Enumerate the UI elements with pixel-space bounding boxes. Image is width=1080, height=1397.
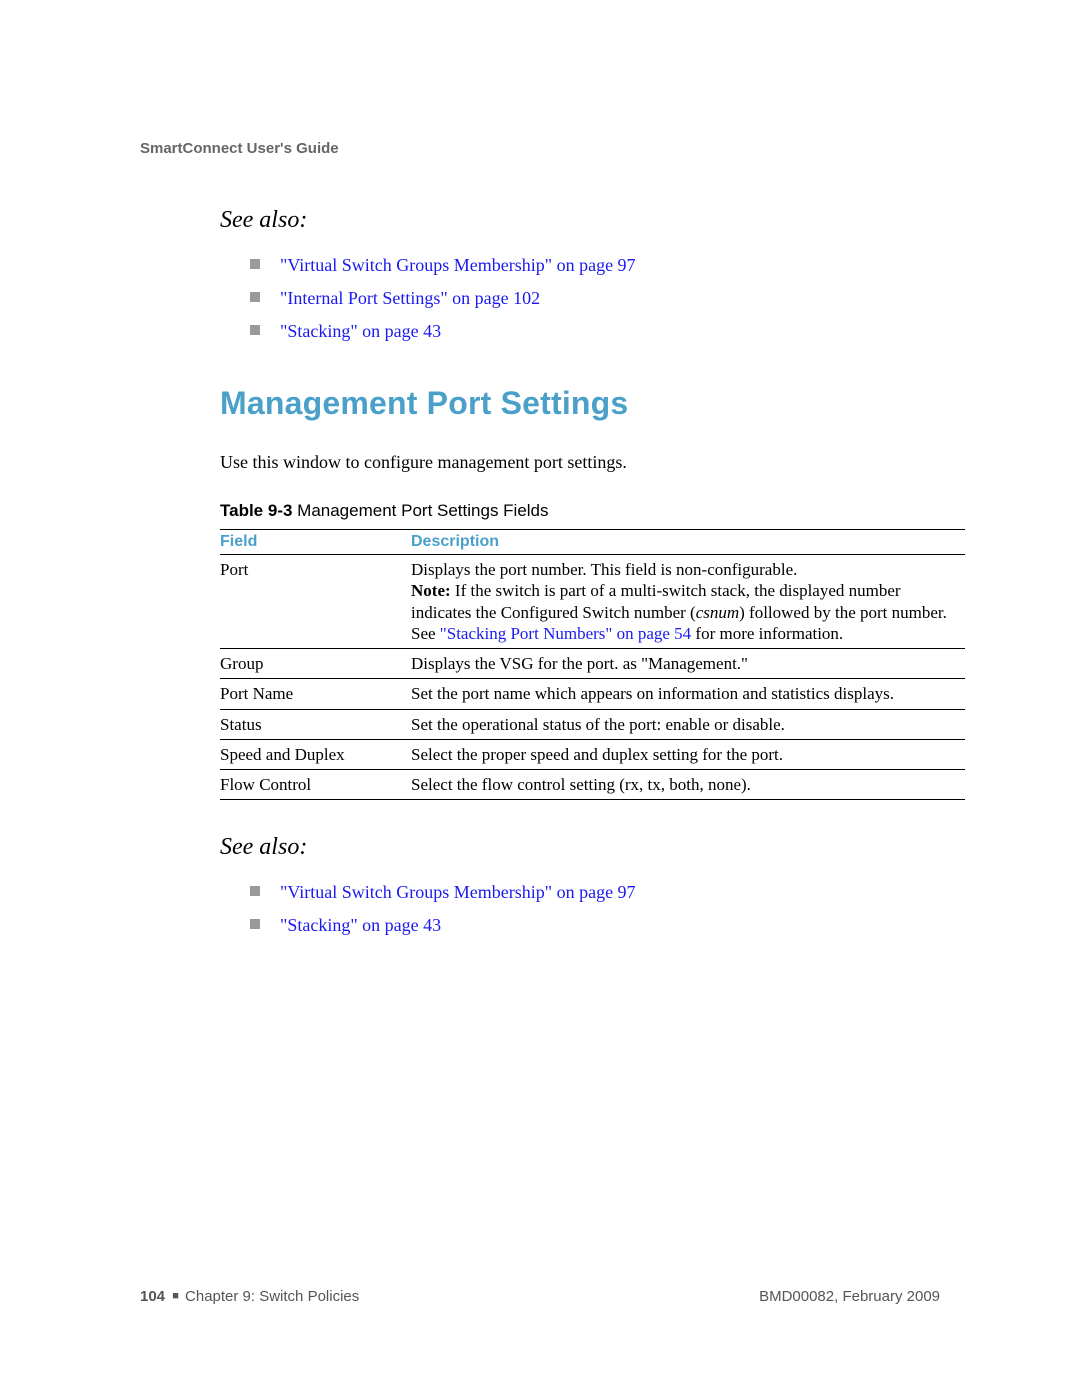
field-cell: Port Name xyxy=(220,679,411,709)
inline-link[interactable]: "Stacking Port Numbers" on page 54 xyxy=(440,624,691,643)
field-cell: Status xyxy=(220,709,411,739)
chapter-label: Chapter 9: Switch Policies xyxy=(185,1288,359,1305)
see-also-heading-2: See also: xyxy=(220,834,940,861)
see-also-list-2: "Virtual Switch Groups Membership" on pa… xyxy=(250,879,940,939)
table-caption: Table 9-3 Management Port Settings Field… xyxy=(220,501,940,521)
field-cell: Flow Control xyxy=(220,770,411,800)
table-row: Port Name Set the port name which appear… xyxy=(220,679,965,709)
see-also-link[interactable]: "Stacking" on page 43 xyxy=(250,912,940,939)
link-text: "Internal Port Settings" on page 102 xyxy=(280,288,540,308)
see-also-list-1: "Virtual Switch Groups Membership" on pa… xyxy=(250,252,940,345)
description-cell: Displays the VSG for the port. as "Manag… xyxy=(411,649,965,679)
description-cell: Displays the port number. This field is … xyxy=(411,555,965,649)
table-caption-text: Management Port Settings Fields xyxy=(292,501,548,520)
field-cell: Group xyxy=(220,649,411,679)
section-title: Management Port Settings xyxy=(220,385,940,422)
table-caption-label: Table 9-3 xyxy=(220,501,292,520)
intro-paragraph: Use this window to configure management … xyxy=(220,452,940,473)
col-description: Description xyxy=(411,530,965,555)
description-cell: Select the flow control setting (rx, tx,… xyxy=(411,770,965,800)
see-also-link[interactable]: "Virtual Switch Groups Membership" on pa… xyxy=(250,879,940,906)
separator-icon: ■ xyxy=(169,1290,185,1302)
link-text: "Stacking" on page 43 xyxy=(280,915,441,935)
doc-id: BMD00082, February 2009 xyxy=(759,1288,940,1305)
see-also-heading-1: See also: xyxy=(220,207,940,234)
description-cell: Select the proper speed and duplex setti… xyxy=(411,739,965,769)
see-also-link[interactable]: "Stacking" on page 43 xyxy=(250,318,940,345)
link-text: "Virtual Switch Groups Membership" on pa… xyxy=(280,255,636,275)
page: SmartConnect User's Guide See also: "Vir… xyxy=(0,0,1080,1397)
page-number: 104 xyxy=(140,1288,165,1305)
table-row: Group Displays the VSG for the port. as … xyxy=(220,649,965,679)
see-also-link[interactable]: "Virtual Switch Groups Membership" on pa… xyxy=(250,252,940,279)
page-footer: 104 ■ Chapter 9: Switch Policies BMD0008… xyxy=(140,1288,940,1305)
description-cell: Set the operational status of the port: … xyxy=(411,709,965,739)
table-row: Flow Control Select the flow control set… xyxy=(220,770,965,800)
link-text: "Stacking" on page 43 xyxy=(280,321,441,341)
fields-table: Field Description Port Displays the port… xyxy=(220,529,965,800)
table-row: Status Set the operational status of the… xyxy=(220,709,965,739)
table-row: Speed and Duplex Select the proper speed… xyxy=(220,739,965,769)
note-italic: csnum xyxy=(696,603,739,622)
field-cell: Speed and Duplex xyxy=(220,739,411,769)
link-text: "Virtual Switch Groups Membership" on pa… xyxy=(280,882,636,902)
field-cell: Port xyxy=(220,555,411,649)
table-row: Port Displays the port number. This fiel… xyxy=(220,555,965,649)
see-also-link[interactable]: "Internal Port Settings" on page 102 xyxy=(250,285,940,312)
desc-text: Displays the port number. This field is … xyxy=(411,560,797,579)
note-text: for more information. xyxy=(691,624,843,643)
note-label: Note: xyxy=(411,581,451,600)
running-header: SmartConnect User's Guide xyxy=(140,140,940,157)
col-field: Field xyxy=(220,530,411,555)
description-cell: Set the port name which appears on infor… xyxy=(411,679,965,709)
